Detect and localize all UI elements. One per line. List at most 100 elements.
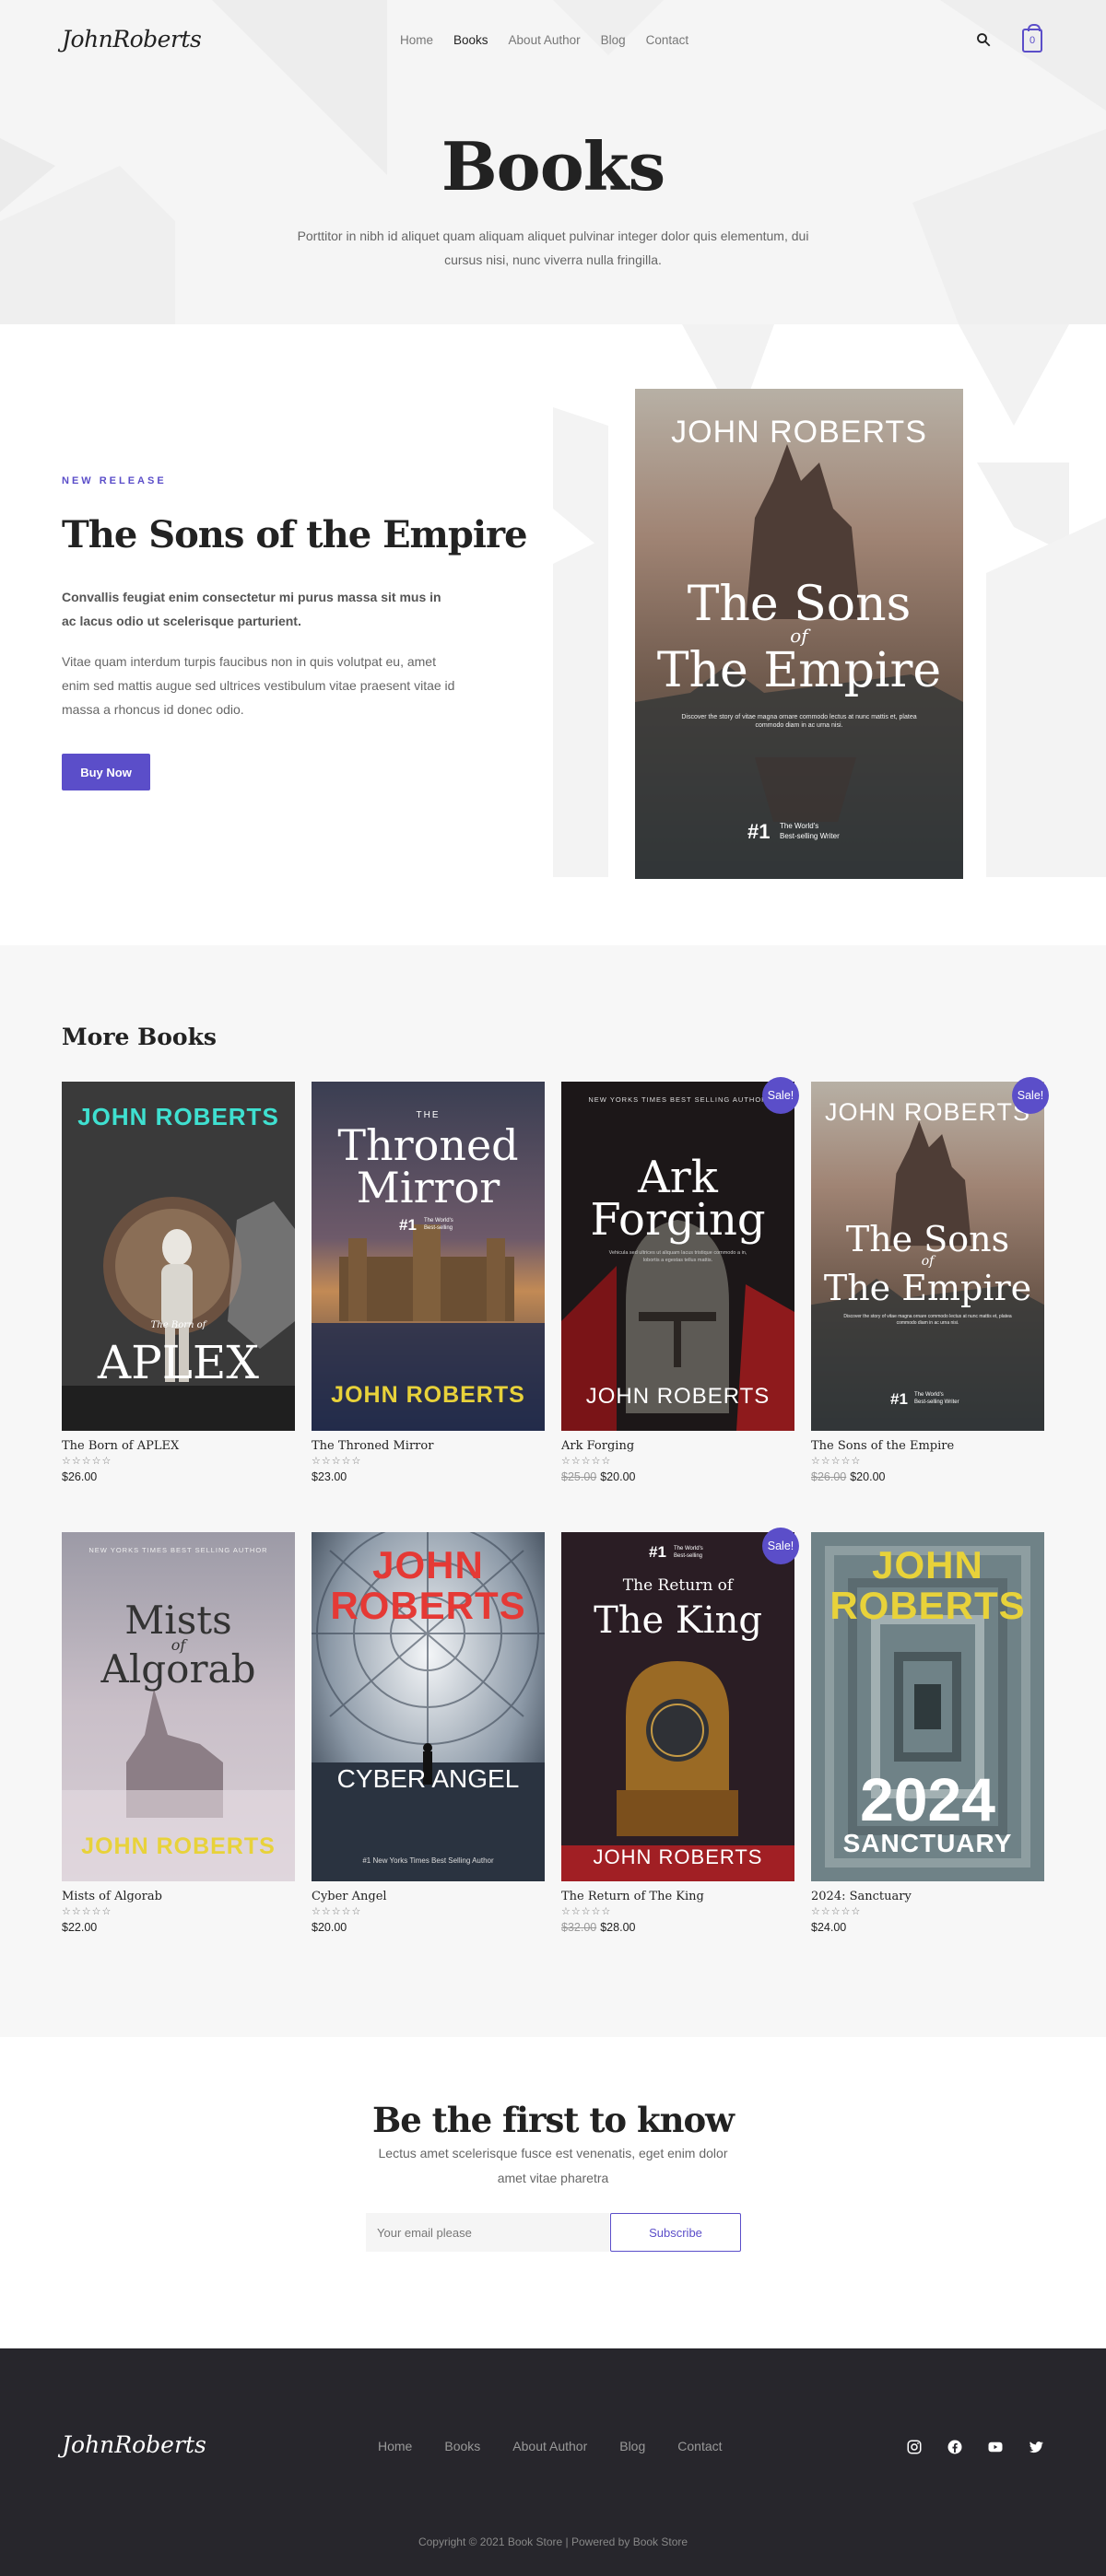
cover-title: SANCTUARY: [842, 1829, 1013, 1857]
product-cover[interactable]: THE Throned Mirror #1 The World's Best-se…: [312, 1082, 545, 1431]
product-name[interactable]: Mists of Algorab: [62, 1890, 162, 1903]
foggy-castle-illustration: [62, 1532, 295, 1881]
cover-author-line1: JOHN: [372, 1543, 484, 1587]
cover-blurb: Discover the story of vitae magna ornare…: [681, 714, 917, 729]
cover-top: NEW YORKS TIMES BEST SELLING AUTHOR: [588, 1095, 768, 1104]
hero-book-cover[interactable]: JOHN ROBERTS The Sons of The Empire Disc…: [635, 389, 963, 879]
section-title: More Books: [62, 1024, 218, 1050]
cover-rank: #1: [399, 1216, 417, 1234]
product-name[interactable]: The Sons of the Empire: [811, 1439, 954, 1453]
new-release-section: NEW RELEASE The Sons of the Empire Conva…: [0, 324, 1106, 945]
newsletter-section: Be the first to know Lectus amet sceleri…: [0, 2037, 1106, 2348]
cover-title-line2: The Empire: [823, 1268, 1032, 1308]
old-price: $32.00: [561, 1921, 597, 1934]
product-name[interactable]: Cyber Angel: [312, 1890, 387, 1903]
page-description: Porttitor in nibh id aliquet quam aliqua…: [297, 228, 809, 267]
cover-title-small: The Return of: [622, 1576, 734, 1595]
twitter-icon[interactable]: [1028, 2439, 1044, 2455]
subscribe-button[interactable]: Subscribe: [610, 2213, 741, 2252]
footer-nav-about-author[interactable]: About Author: [512, 2439, 587, 2453]
youtube-icon[interactable]: [987, 2439, 1004, 2455]
product-price: $26.00: [62, 1470, 98, 1483]
cover-rank-text: The World's Best-selling: [674, 1546, 703, 1559]
sale-badge: Sale!: [1012, 1077, 1049, 1114]
page-title: Books: [441, 127, 665, 205]
instagram-icon[interactable]: [906, 2439, 923, 2455]
cover-title-line1: The Sons: [845, 1219, 1010, 1259]
product-cover[interactable]: JOHN ROBERTS The Born of APLEX: [62, 1082, 295, 1431]
product-cover[interactable]: NEW YORKS TIMES BEST SELLING AUTHOR Mist…: [62, 1532, 295, 1881]
product-price: $32.00 $28.00: [561, 1921, 636, 1934]
hero-body-text: Vitae quam interdum turpis faucibus non …: [62, 654, 455, 717]
cover-title-of: of: [921, 1254, 935, 1269]
copyright-text: Copyright © 2021 Book Store | Powered by…: [418, 2535, 688, 2548]
product-name[interactable]: 2024: Sanctuary: [811, 1890, 912, 1903]
cover-small-title: The Born of: [150, 1320, 206, 1330]
footer-nav-home[interactable]: Home: [378, 2439, 412, 2453]
product-name[interactable]: Ark Forging: [561, 1439, 634, 1453]
footer-nav-blog[interactable]: Blog: [619, 2439, 645, 2453]
product-name[interactable]: The Return of The King: [561, 1890, 704, 1903]
nav-item-blog[interactable]: Blog: [601, 33, 626, 47]
cover-title-line2: Algorab: [100, 1646, 256, 1692]
rating-stars: ☆☆☆☆☆: [811, 1456, 862, 1467]
facebook-icon[interactable]: [947, 2439, 963, 2455]
product-price: $20.00: [312, 1921, 347, 1934]
cover-title: The King: [594, 1599, 762, 1642]
old-price: $25.00: [561, 1470, 597, 1483]
product-cover[interactable]: #1 The World's Best-selling The Return of…: [561, 1532, 794, 1881]
product-price: $24.00: [811, 1921, 847, 1934]
cover-title-line1: Mists: [124, 1598, 232, 1643]
cover-title-line1: The Sons: [687, 577, 912, 632]
cover-title-of: of: [790, 625, 808, 647]
footer-nav-books[interactable]: Books: [444, 2439, 480, 2453]
cover-title-line2: Forging: [590, 1194, 766, 1246]
cover-blurb: Vehicula sed ultrices ut aliquam lacus t…: [608, 1250, 747, 1263]
cover-title-line1: Ark: [638, 1152, 718, 1203]
cover-rank: #1: [890, 1390, 908, 1408]
cover-rank-text: The World's Best-selling Writer: [914, 1392, 959, 1405]
footer-logo[interactable]: JohnRoberts: [62, 2431, 206, 2458]
main-nav: Home Books About Author Blog Contact: [400, 33, 709, 47]
cover-author: JOHN ROBERTS: [824, 1098, 1031, 1126]
cover-year: 2024: [860, 1765, 995, 1833]
nav-item-about-author[interactable]: About Author: [509, 33, 581, 47]
product-price: $26.00 $20.00: [811, 1470, 886, 1483]
cover-rank-text: The World's Best-selling Writer: [780, 822, 840, 840]
product-price: $22.00: [62, 1921, 98, 1934]
cover-author-line2: ROBERTS: [330, 1584, 526, 1627]
product-name[interactable]: The Throned Mirror: [312, 1439, 433, 1453]
cover-bottom: #1 New Yorks Times Best Selling Author: [362, 1856, 494, 1865]
nav-item-home[interactable]: Home: [400, 33, 433, 47]
rating-stars: ☆☆☆☆☆: [62, 1456, 112, 1467]
cover-author: JOHN ROBERTS: [81, 1833, 276, 1859]
rating-stars: ☆☆☆☆☆: [811, 1906, 862, 1917]
site-logo[interactable]: JohnRoberts: [62, 26, 202, 53]
cart-count: 0: [1029, 35, 1036, 46]
buy-now-button[interactable]: Buy Now: [62, 754, 150, 790]
search-icon[interactable]: [975, 31, 992, 48]
product-cover[interactable]: JOHN ROBERTS CYBER ANGEL #1 New Yorks Ti…: [312, 1532, 545, 1881]
product-name[interactable]: The Born of APLEX: [62, 1439, 179, 1453]
cover-author: JOHN ROBERTS: [593, 1845, 763, 1868]
email-input[interactable]: [366, 2213, 609, 2252]
product-cover[interactable]: NEW YORKS TIMES BEST SELLING AUTHOR Ark …: [561, 1082, 794, 1431]
rating-stars: ☆☆☆☆☆: [561, 1456, 612, 1467]
site-footer: JohnRoberts Home Books About Author Blog…: [0, 2348, 1106, 2576]
product-price: $23.00: [312, 1470, 347, 1483]
cover-rank-text: The World's Best-selling: [424, 1218, 453, 1231]
product-cover[interactable]: JOHN ROBERTS 2024 SANCTUARY: [811, 1532, 1044, 1881]
cover-blurb: Discover the story of vitae magna ornare…: [843, 1314, 1012, 1326]
cover-title-line1: Throned: [337, 1120, 519, 1170]
cart-icon[interactable]: 0: [1022, 24, 1042, 53]
rating-stars: ☆☆☆☆☆: [312, 1456, 362, 1467]
cover-rank: #1: [747, 820, 771, 843]
rating-stars: ☆☆☆☆☆: [62, 1906, 112, 1917]
cover-author: JOHN ROBERTS: [671, 415, 927, 450]
nav-item-books[interactable]: Books: [453, 33, 488, 47]
nav-item-contact[interactable]: Contact: [646, 33, 689, 47]
footer-nav-contact[interactable]: Contact: [677, 2439, 722, 2453]
cover-title-line2: Mirror: [356, 1163, 500, 1212]
product-cover[interactable]: JOHN ROBERTS The Sons of The Empire Disc…: [811, 1082, 1044, 1431]
sale-badge: Sale!: [762, 1077, 799, 1114]
